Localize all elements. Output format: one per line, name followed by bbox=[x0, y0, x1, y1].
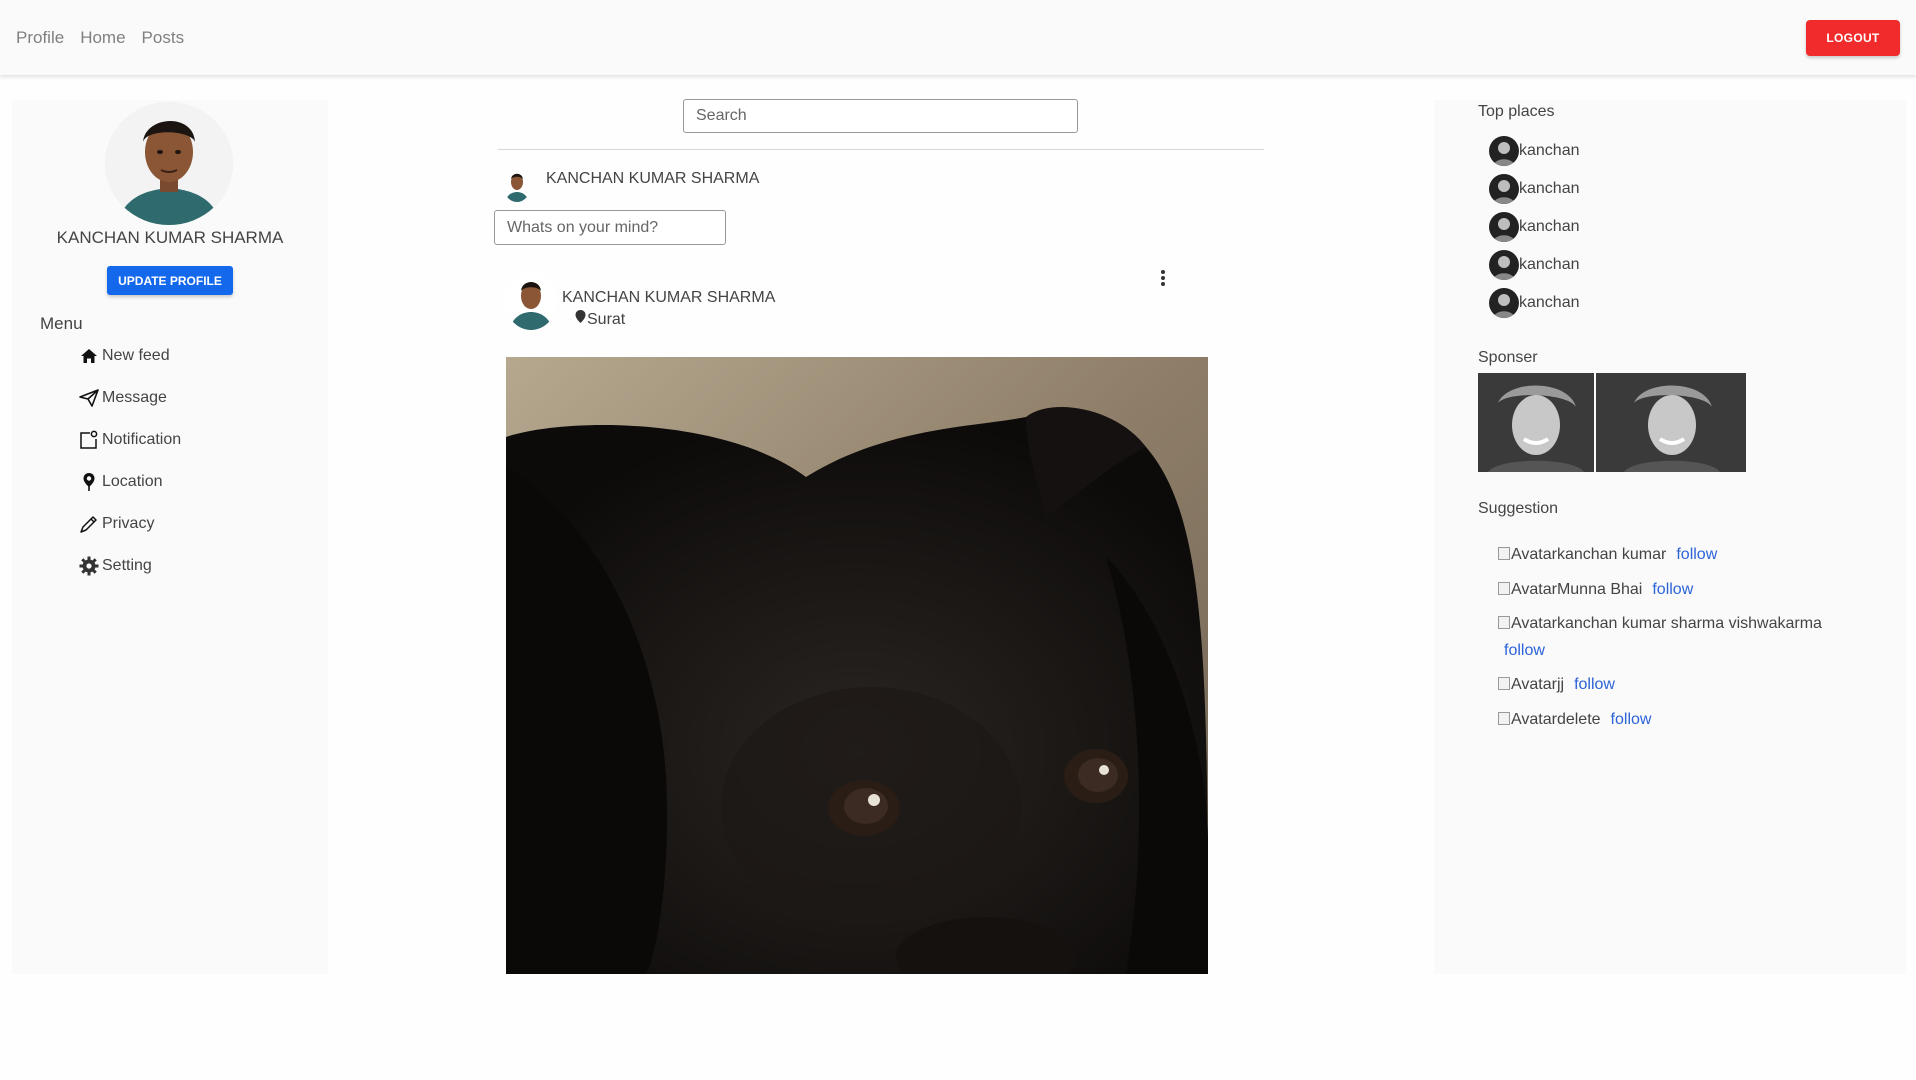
avatar-alt-text: Avatar bbox=[1511, 546, 1557, 563]
suggestion-item: Avatardelete follow bbox=[1498, 711, 1651, 729]
nav-posts-link[interactable]: Posts bbox=[142, 28, 185, 48]
menu-item-message[interactable]: Message bbox=[78, 387, 167, 409]
top-place-item[interactable]: kanchan bbox=[1489, 212, 1580, 242]
top-place-label: kanchan bbox=[1519, 218, 1580, 235]
sponsor-image[interactable] bbox=[1478, 373, 1594, 472]
post-image bbox=[506, 357, 1208, 974]
sponsor-title: Sponser bbox=[1478, 349, 1538, 366]
suggestion-name: kanchan kumar bbox=[1556, 546, 1667, 563]
avatar bbox=[1489, 136, 1519, 166]
top-place-label: kanchan bbox=[1519, 256, 1580, 273]
nav-home-link[interactable]: Home bbox=[80, 28, 125, 48]
menu-item-label: Notification bbox=[102, 431, 182, 448]
top-place-item[interactable]: kanchan bbox=[1489, 174, 1580, 204]
menu-item-label: Location bbox=[102, 473, 163, 490]
update-profile-button[interactable]: UPDATE PROFILE bbox=[107, 266, 233, 295]
menu-item-privacy[interactable]: Privacy bbox=[78, 513, 154, 535]
post-author-name: KANCHAN KUMAR SHARMA bbox=[562, 289, 776, 306]
composer-user-name: KANCHAN KUMAR SHARMA bbox=[546, 170, 760, 187]
menu-item-label: Setting bbox=[102, 557, 152, 574]
avatar-alt-text: Avatar bbox=[1511, 615, 1557, 632]
broken-image-icon bbox=[1498, 712, 1510, 725]
top-place-label: kanchan bbox=[1519, 180, 1580, 197]
follow-link[interactable]: follow bbox=[1504, 642, 1545, 659]
avatar bbox=[1489, 288, 1519, 318]
post-author-avatar bbox=[505, 272, 557, 330]
top-navbar: Profile Home Posts LOGOUT bbox=[0, 0, 1916, 75]
menu-item-label: Privacy bbox=[102, 515, 155, 532]
top-place-item[interactable]: kanchan bbox=[1489, 136, 1580, 166]
menu-title: Menu bbox=[40, 314, 83, 333]
nav-links: Profile Home Posts bbox=[16, 28, 184, 48]
gear-icon bbox=[78, 555, 100, 577]
suggestion-item: Avatarjj follow bbox=[1498, 676, 1615, 694]
feed-divider bbox=[498, 149, 1264, 150]
follow-link[interactable]: follow bbox=[1676, 546, 1717, 563]
notification-icon bbox=[78, 429, 100, 451]
menu-item-location[interactable]: Location bbox=[78, 471, 163, 493]
suggestion-item: Avatarkanchan kumar follow bbox=[1498, 546, 1717, 564]
send-icon bbox=[78, 387, 100, 409]
top-place-item[interactable]: kanchan bbox=[1489, 250, 1580, 280]
avatar bbox=[1489, 174, 1519, 204]
top-place-label: kanchan bbox=[1519, 294, 1580, 311]
menu-item-setting[interactable]: Setting bbox=[78, 555, 152, 577]
avatar bbox=[1489, 250, 1519, 280]
suggestion-item-follow-row: follow bbox=[1504, 642, 1545, 660]
follow-link[interactable]: follow bbox=[1574, 676, 1615, 693]
broken-image-icon bbox=[1498, 547, 1510, 560]
post-location-label: Surat bbox=[587, 311, 626, 328]
search-input[interactable] bbox=[683, 99, 1078, 133]
pen-icon bbox=[78, 513, 100, 535]
suggestion-name: delete bbox=[1556, 711, 1601, 728]
profile-avatar bbox=[105, 102, 233, 225]
avatar-alt-text: Avatar bbox=[1511, 711, 1557, 728]
menu-item-new-feed[interactable]: New feed bbox=[78, 345, 170, 367]
location-pin-icon bbox=[574, 309, 587, 331]
broken-image-icon bbox=[1498, 582, 1510, 595]
menu-item-label: New feed bbox=[102, 347, 170, 364]
avatar bbox=[1489, 212, 1519, 242]
suggestion-title: Suggestion bbox=[1478, 500, 1559, 517]
suggestion-name: jj bbox=[1556, 676, 1565, 693]
suggestion-item: Avatarkanchan kumar sharma vishwakarma bbox=[1498, 615, 1822, 633]
profile-name: KANCHAN KUMAR SHARMA bbox=[56, 228, 284, 247]
suggestion-item: AvatarMunna Bhai follow bbox=[1498, 581, 1693, 599]
broken-image-icon bbox=[1498, 677, 1510, 690]
top-place-label: kanchan bbox=[1519, 142, 1580, 159]
home-icon bbox=[78, 345, 100, 367]
avatar-alt-text: Avatar bbox=[1511, 581, 1557, 598]
nav-profile-link[interactable]: Profile bbox=[16, 28, 64, 48]
left-sidebar: KANCHAN KUMAR SHARMA UPDATE PROFILE Menu… bbox=[12, 100, 328, 974]
menu-item-label: Message bbox=[102, 389, 167, 406]
post-location: Surat bbox=[574, 309, 625, 331]
location-pin-icon bbox=[78, 471, 100, 493]
suggestion-name: kanchan kumar sharma vishwakarma bbox=[1556, 615, 1822, 632]
post-composer-input[interactable] bbox=[494, 210, 726, 245]
suggestion-name: Munna Bhai bbox=[1556, 581, 1643, 598]
follow-link[interactable]: follow bbox=[1611, 711, 1652, 728]
top-places-title: Top places bbox=[1478, 103, 1555, 120]
menu-item-notification[interactable]: Notification bbox=[78, 429, 181, 451]
follow-link[interactable]: follow bbox=[1652, 581, 1693, 598]
post-options-menu-icon[interactable] bbox=[1157, 267, 1169, 289]
broken-image-icon bbox=[1498, 616, 1510, 629]
logout-button[interactable]: LOGOUT bbox=[1806, 20, 1900, 56]
composer-avatar bbox=[503, 168, 531, 202]
sponsor-image[interactable] bbox=[1596, 373, 1746, 472]
avatar-alt-text: Avatar bbox=[1511, 676, 1557, 693]
top-place-item[interactable]: kanchan bbox=[1489, 288, 1580, 318]
right-sidebar: Top places kanchan kanchan kanchan kanch… bbox=[1434, 100, 1906, 974]
